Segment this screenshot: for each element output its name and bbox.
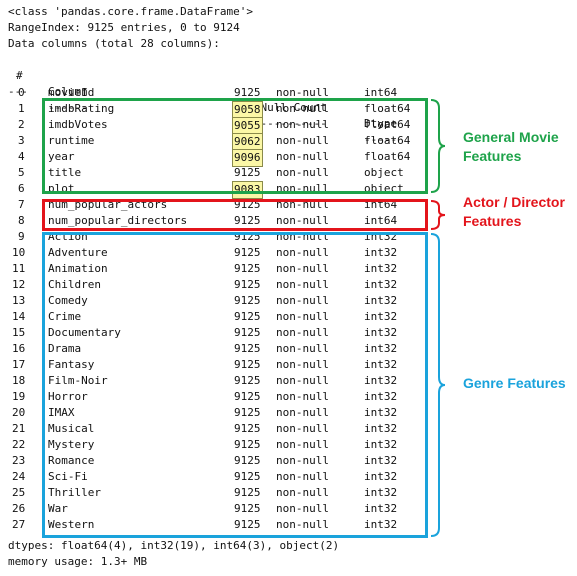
row-index: 23 [12, 454, 26, 467]
column-header-row: # Column Non-Null Count Dtype [0, 52, 577, 130]
row-index: 7 [18, 198, 25, 211]
row-index: 10 [12, 246, 26, 259]
separator-row: --- ------ -------------- ----- [0, 68, 577, 146]
actor-director-features-box [42, 199, 428, 231]
row-index: 20 [12, 406, 26, 419]
row-index: 5 [18, 166, 25, 179]
row-index: 9 [18, 230, 25, 243]
general-movie-label: General Movie Features [463, 128, 559, 166]
row-index: 22 [12, 438, 26, 451]
row-index: 24 [12, 470, 26, 483]
class-line: <class 'pandas.core.frame.DataFrame'> [8, 5, 254, 18]
row-index: 0 [18, 86, 25, 99]
genre-features-box [42, 232, 428, 538]
row-index: 14 [12, 310, 26, 323]
actor-director-label: Actor / Director Features [463, 193, 565, 231]
row-index: 21 [12, 422, 26, 435]
genre-features-label-line1: Genre Features [463, 375, 566, 391]
row-index: 1 [18, 102, 25, 115]
row-index: 15 [12, 326, 26, 339]
actor-director-label-line1: Actor / Director [463, 194, 565, 210]
data-columns-line: Data columns (total 28 columns): [8, 37, 220, 50]
row-index: 2 [18, 118, 25, 131]
row-index: 4 [18, 150, 25, 163]
row-index: 16 [12, 342, 26, 355]
general-brace-icon [430, 99, 446, 193]
general-movie-label-line2: Features [463, 148, 522, 164]
row-index: 6 [18, 182, 25, 195]
row-index: 19 [12, 390, 26, 403]
row-index: 3 [18, 134, 25, 147]
genre-brace-icon [430, 233, 446, 537]
row-index: 25 [12, 486, 26, 499]
row-index: 11 [12, 262, 26, 275]
row-index: 18 [12, 374, 26, 387]
dtypes-line: dtypes: float64(4), int32(19), int64(3),… [8, 539, 340, 552]
genre-features-label: Genre Features [463, 374, 566, 393]
row-index: 26 [12, 502, 26, 515]
row-index: 17 [12, 358, 26, 371]
row-index: 12 [12, 278, 26, 291]
general-movie-label-line1: General Movie [463, 129, 559, 145]
row-index: 13 [12, 294, 26, 307]
memory-usage-line: memory usage: 1.3+ MB [8, 555, 148, 568]
row-index: 8 [18, 214, 25, 227]
row-index: 27 [12, 518, 26, 531]
range-index-line: RangeIndex: 9125 entries, 0 to 9124 [8, 21, 240, 34]
actor-director-label-line2: Features [463, 213, 522, 229]
general-movie-features-box [42, 98, 428, 194]
actor-brace-icon [430, 200, 446, 230]
